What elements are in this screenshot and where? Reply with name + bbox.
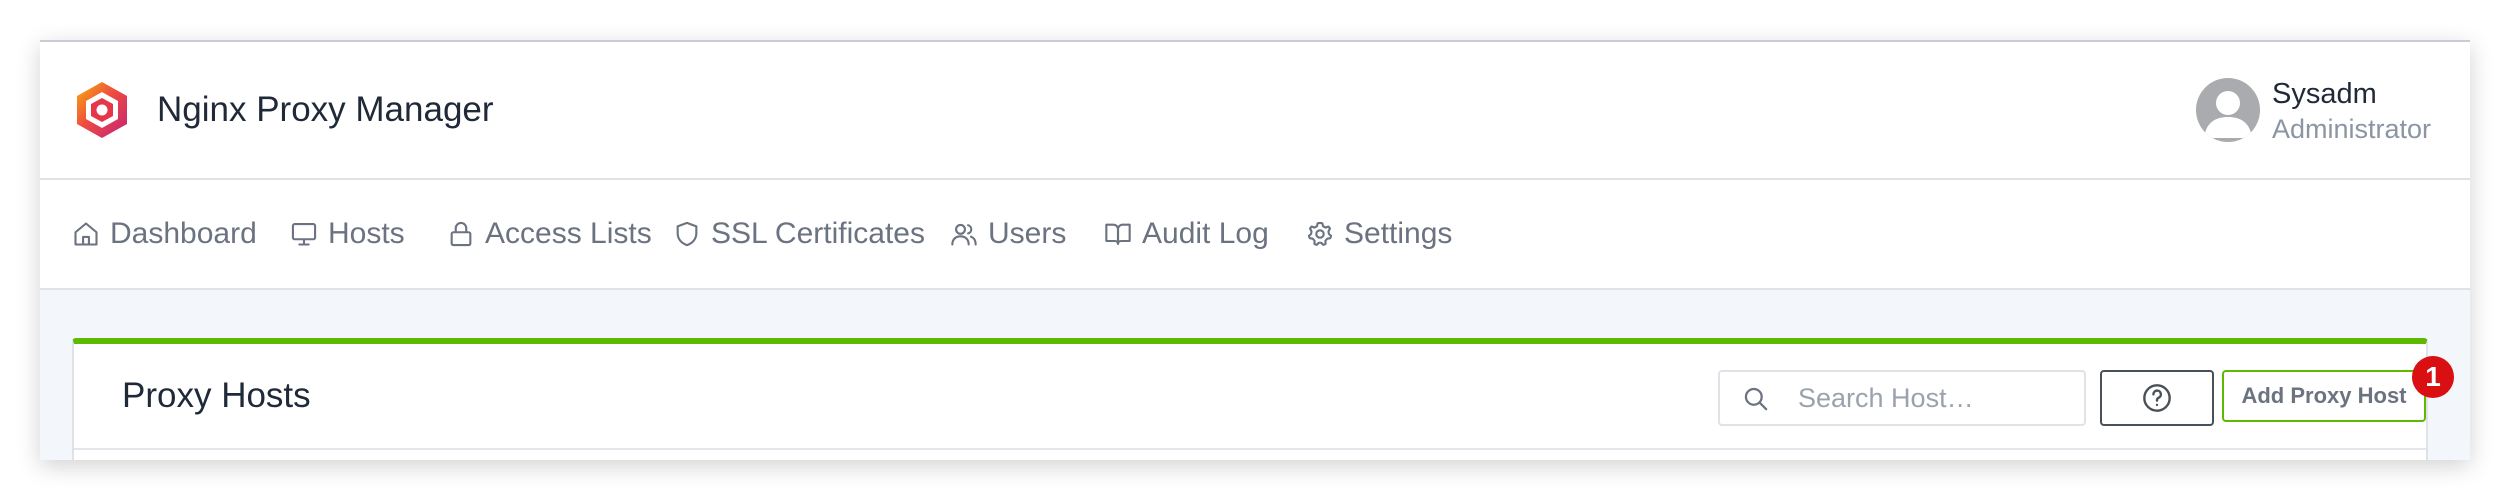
nav-item-settings[interactable]: Settings [1306,180,1452,288]
home-icon [74,222,98,246]
gear-icon [1307,221,1333,246]
nav-label: Dashboard [110,217,257,250]
main-nav: Dashboard Hosts Access Lists SSL Certifi… [40,180,2470,290]
search-icon [1744,387,1768,411]
search-input[interactable] [1798,372,2068,424]
nav-label: Hosts [328,217,405,250]
add-proxy-host-button[interactable]: Add Proxy Host [2222,370,2426,422]
app-title[interactable]: Nginx Proxy Manager [157,90,494,130]
nav-label: SSL Certificates [711,217,925,250]
nav-item-hosts[interactable]: Hosts [290,180,405,288]
proxy-hosts-card: Proxy Hosts Add Proxy Host 1 [72,338,2454,460]
user-silhouette-icon [2204,91,2252,138]
top-header: Nginx Proxy Manager Sysadm Administrator [40,42,2470,180]
help-circle-icon [2143,384,2171,412]
nav-item-users[interactable]: Users [950,180,1066,288]
nav-label: Access Lists [485,217,652,250]
lock-icon [450,221,472,247]
app-window: Nginx Proxy Manager Sysadm Administrator… [40,40,2470,460]
help-button[interactable] [2100,370,2214,426]
shield-icon [676,221,698,247]
nav-label: Users [988,217,1067,250]
user-name[interactable]: Sysadm [2272,78,2377,111]
card-header: Proxy Hosts Add Proxy Host [74,344,2426,450]
user-role: Administrator [2272,114,2432,144]
nav-item-dashboard[interactable]: Dashboard [72,180,257,288]
page-title: Proxy Hosts [122,376,311,415]
users-icon [951,223,977,246]
notification-badge: 1 [2412,356,2454,398]
nav-item-ssl-certificates[interactable]: SSL Certificates [673,180,925,288]
monitor-icon [291,223,317,246]
nav-item-access-lists[interactable]: Access Lists [447,180,652,288]
avatar[interactable] [2196,78,2260,142]
nav-label: Audit Log [1142,217,1269,250]
nav-item-audit-log[interactable]: Audit Log [1104,180,1269,288]
nav-label: Settings [1344,217,1453,250]
app-logo-icon [77,82,127,138]
search-box[interactable] [1718,370,2086,426]
book-open-icon [1105,223,1131,245]
